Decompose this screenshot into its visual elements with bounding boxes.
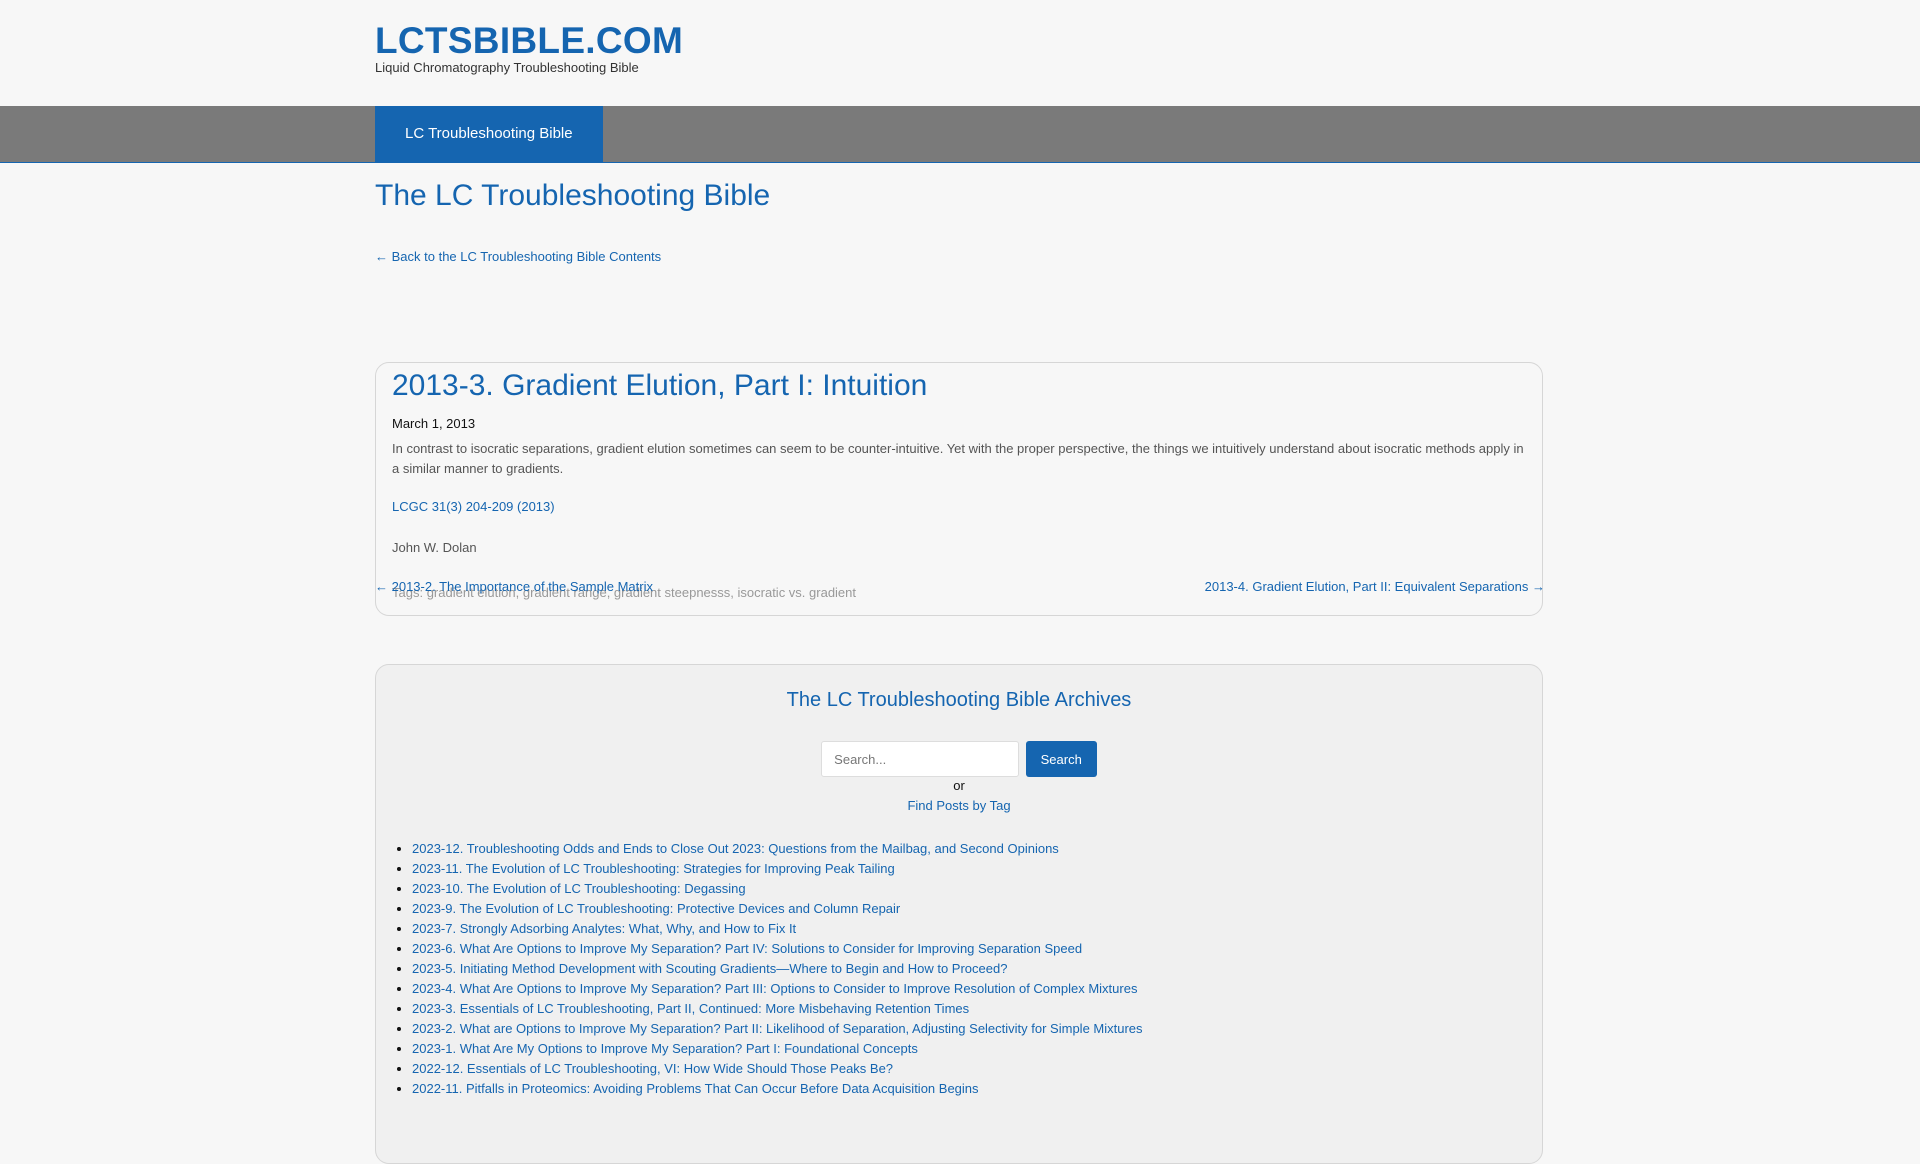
archive-post-link[interactable]: 2023-2. What are Options to Improve My S… <box>412 1021 1143 1036</box>
site-header: LCTSBIBLE.COM Liquid Chromatography Trou… <box>0 0 1920 106</box>
list-item: 2023-2. What are Options to Improve My S… <box>412 1019 1143 1039</box>
citation-link[interactable]: LCGC 31(3) 204-209 (2013) <box>392 499 555 514</box>
archive-post-link[interactable]: 2022-12. Essentials of LC Troubleshootin… <box>412 1061 893 1076</box>
list-item: 2023-4. What Are Options to Improve My S… <box>412 979 1143 999</box>
archive-post-link[interactable]: 2023-7. Strongly Adsorbing Analytes: Wha… <box>412 921 796 936</box>
list-item: 2022-11. Pitfalls in Proteomics: Avoidin… <box>412 1079 1143 1099</box>
list-item: 2023-5. Initiating Method Development wi… <box>412 959 1143 979</box>
tag-link[interactable]: isocratic vs. gradient <box>738 585 857 600</box>
nav-item-lc-troubleshooting-bible[interactable]: LC Troubleshooting Bible <box>375 106 603 162</box>
post-title[interactable]: 2013-3. Gradient Elution, Part I: Intuit… <box>392 369 927 403</box>
archive-post-link[interactable]: 2023-5. Initiating Method Development wi… <box>412 961 1007 976</box>
archive-post-link[interactable]: 2023-10. The Evolution of LC Troubleshoo… <box>412 881 746 896</box>
list-item: 2023-6. What Are Options to Improve My S… <box>412 939 1143 959</box>
archive-post-link[interactable]: 2022-11. Pitfalls in Proteomics: Avoidin… <box>412 1081 979 1096</box>
archives-list: 2023-12. Troubleshooting Odds and Ends t… <box>394 839 1143 1099</box>
archive-post-link[interactable]: 2023-9. The Evolution of LC Troubleshoot… <box>412 901 900 916</box>
back-to-contents-link[interactable]: ← Back to the LC Troubleshooting Bible C… <box>375 249 661 264</box>
post-article: 2013-3. Gradient Elution, Part I: Intuit… <box>375 362 1543 616</box>
previous-post-link[interactable]: ← 2013-2. The Importance of the Sample M… <box>375 579 653 594</box>
archive-post-link[interactable]: 2023-11. The Evolution of LC Troubleshoo… <box>412 861 895 876</box>
search-button[interactable]: Search <box>1025 741 1097 777</box>
archive-post-link[interactable]: 2023-1. What Are My Options to Improve M… <box>412 1041 918 1056</box>
post-title-link[interactable]: 2013-3. Gradient Elution, Part I: Intuit… <box>392 369 927 402</box>
list-item: 2023-12. Troubleshooting Odds and Ends t… <box>412 839 1143 859</box>
post-author: John W. Dolan <box>392 540 477 555</box>
list-item: 2023-7. Strongly Adsorbing Analytes: Wha… <box>412 919 1143 939</box>
site-description: Liquid Chromatography Troubleshooting Bi… <box>375 60 639 75</box>
find-posts-by-tag: Find Posts by Tag <box>376 798 1542 813</box>
search-input[interactable] <box>821 741 1020 777</box>
post-excerpt: In contrast to isocratic separations, gr… <box>392 441 1524 476</box>
list-item: 2023-3. Essentials of LC Troubleshooting… <box>412 999 1143 1019</box>
list-item: 2023-9. The Evolution of LC Troubleshoot… <box>412 899 1143 919</box>
main-nav: LC Troubleshooting Bible <box>0 106 1920 163</box>
site-title-link[interactable]: LCTSBIBLE.COM <box>375 20 683 62</box>
list-item: 2023-1. What Are My Options to Improve M… <box>412 1039 1143 1059</box>
list-item: 2023-11. The Evolution of LC Troubleshoo… <box>412 859 1143 879</box>
search-form: Search <box>376 741 1542 777</box>
archives-title: The LC Troubleshooting Bible Archives <box>786 689 1132 711</box>
next-post-link[interactable]: 2013-4. Gradient Elution, Part II: Equiv… <box>1205 579 1545 594</box>
archive-post-link[interactable]: 2023-4. What Are Options to Improve My S… <box>412 981 1137 996</box>
find-posts-by-tag-link[interactable]: Find Posts by Tag <box>907 798 1010 813</box>
archive-post-link[interactable]: 2023-3. Essentials of LC Troubleshooting… <box>412 1001 969 1016</box>
page-title: The LC Troubleshooting Bible <box>375 179 771 212</box>
archive-post-link[interactable]: 2023-12. Troubleshooting Odds and Ends t… <box>412 841 1059 856</box>
archives-panel: The LC Troubleshooting Bible Archives Se… <box>375 664 1543 1164</box>
archive-post-link[interactable]: 2023-6. What Are Options to Improve My S… <box>412 941 1082 956</box>
list-item: 2023-10. The Evolution of LC Troubleshoo… <box>412 879 1143 899</box>
or-separator: or <box>953 778 965 793</box>
post-date: March 1, 2013 <box>392 416 476 431</box>
list-item: 2022-12. Essentials of LC Troubleshootin… <box>412 1059 1143 1079</box>
